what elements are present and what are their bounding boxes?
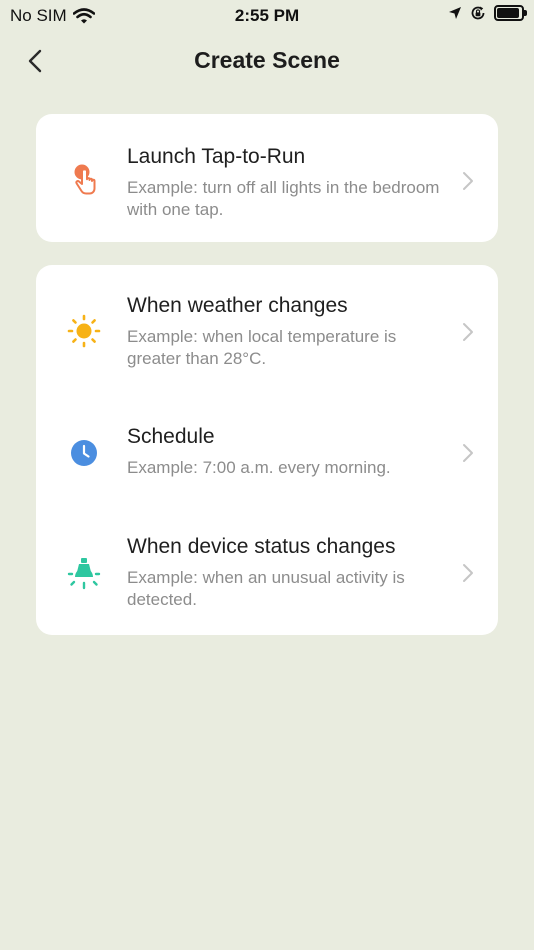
bulb-icon: [66, 555, 102, 591]
clock-icon: [66, 435, 102, 471]
chevron-right-icon: [463, 444, 473, 462]
launch-tap-to-run-option[interactable]: Launch Tap-to-Run Example: turn off all …: [36, 114, 498, 242]
status-bar: No SIM 2:55 PM: [0, 0, 534, 34]
option-description: Example: when an unusual activity is det…: [127, 568, 405, 609]
option-title: Launch Tap-to-Run: [127, 145, 306, 168]
weather-changes-option[interactable]: When weather changes Example: when local…: [36, 265, 498, 395]
option-title: When device status changes: [127, 535, 396, 558]
tap-hand-icon: [66, 162, 102, 198]
chevron-right-icon: [463, 323, 473, 341]
chevron-right-icon: [463, 172, 473, 190]
chevron-right-icon: [463, 564, 473, 582]
device-status-option[interactable]: When device status changes Example: when…: [36, 505, 498, 635]
schedule-option[interactable]: Schedule Example: 7:00 a.m. every mornin…: [36, 395, 498, 505]
page-title: Create Scene: [194, 47, 340, 73]
sun-icon: [66, 313, 102, 349]
conditions-card: When weather changes Example: when local…: [36, 265, 498, 635]
battery-icon: [494, 5, 527, 21]
navigation-bar: Create Scene: [0, 34, 534, 86]
option-title: When weather changes: [127, 294, 348, 317]
option-description: Example: turn off all lights in the bedr…: [127, 178, 440, 219]
option-title: Schedule: [127, 425, 215, 448]
status-indicators: [448, 5, 527, 21]
orientation-lock-icon: [471, 6, 485, 20]
location-arrow-icon: [449, 7, 461, 19]
option-description: Example: 7:00 a.m. every morning.: [127, 458, 391, 477]
tap-to-run-card: Launch Tap-to-Run Example: turn off all …: [36, 114, 498, 242]
option-description: Example: when local temperature is great…: [127, 327, 397, 368]
